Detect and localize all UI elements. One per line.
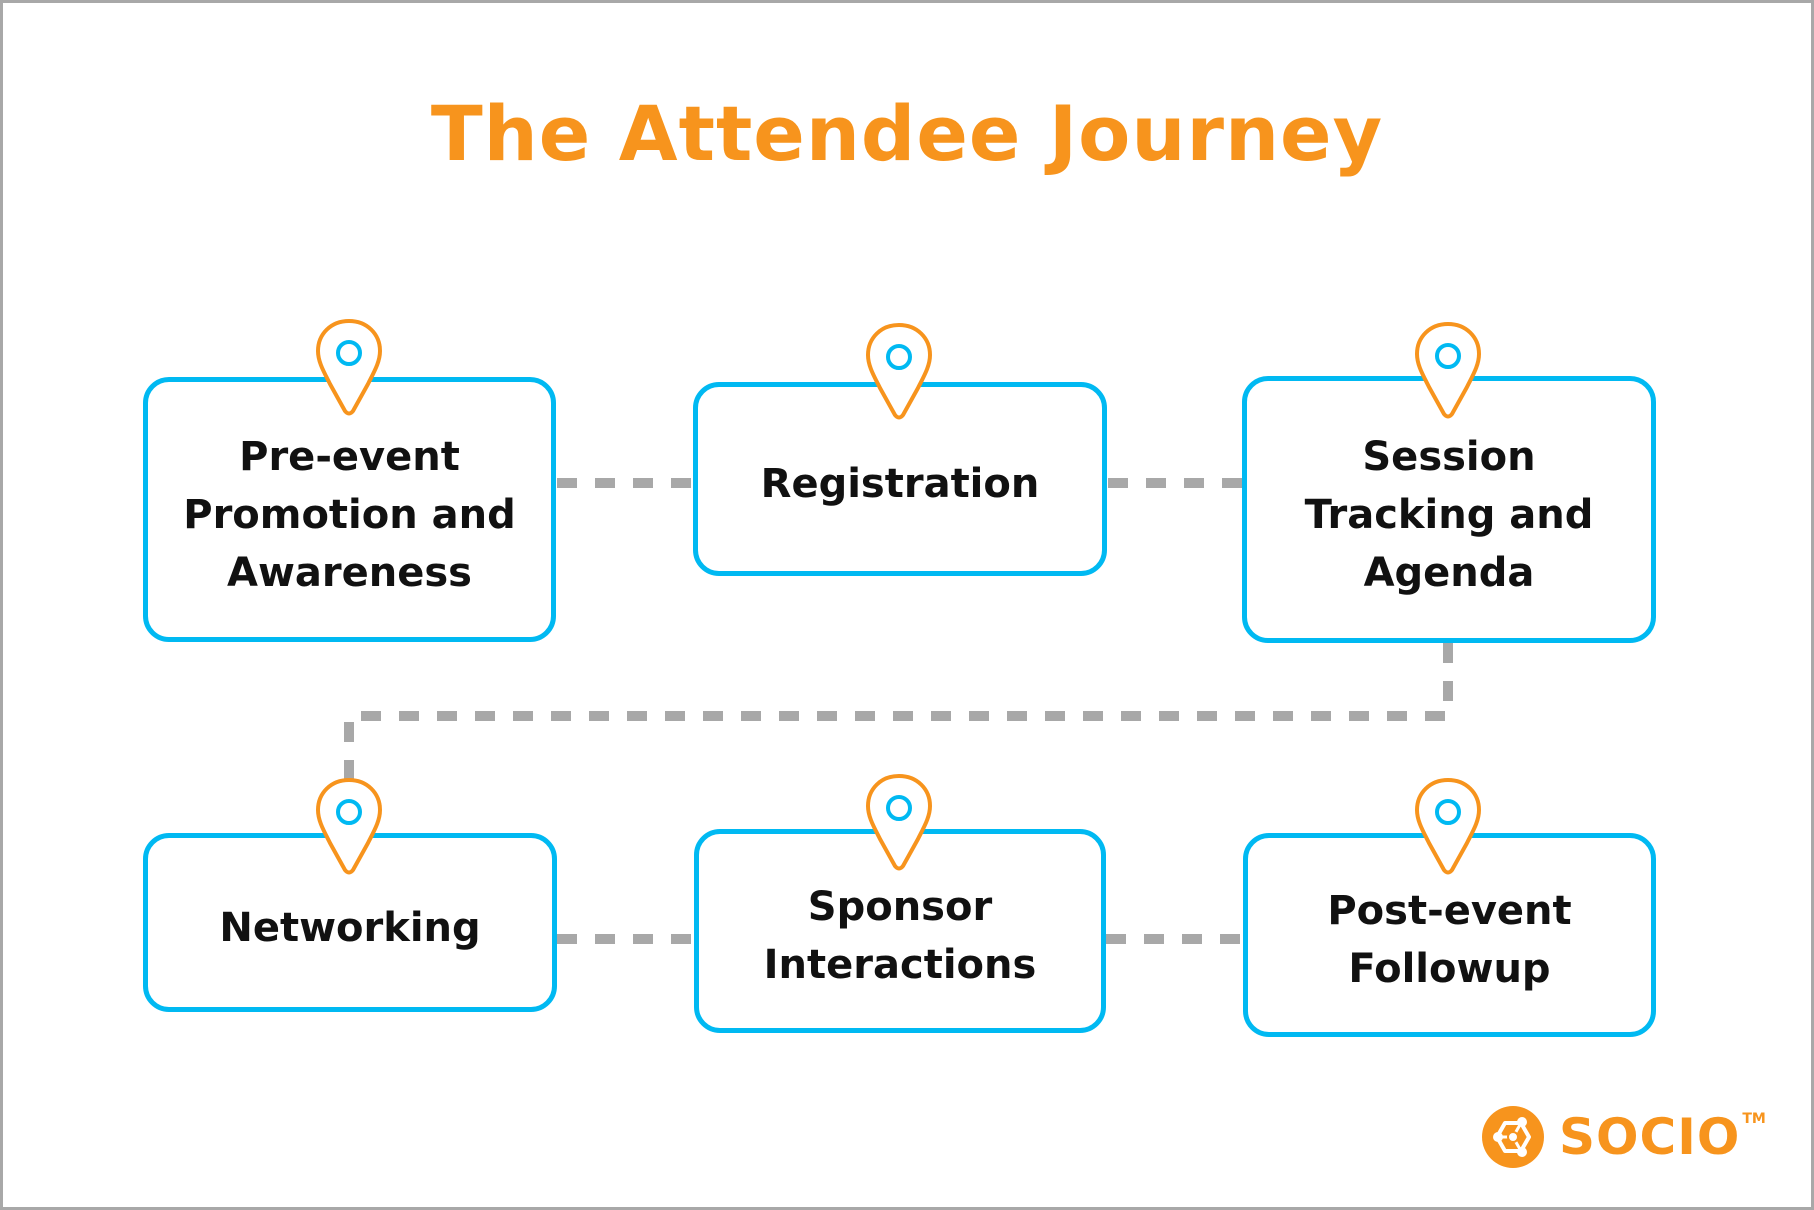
step-box-pre-event-promotion: Pre-event Promotion and Awareness [143,377,556,642]
step-label: Post-event Followup [1327,888,1572,992]
step-label: Sponsor Interactions [763,884,1037,988]
logo-wordmark: SOCIO [1559,1108,1741,1166]
map-pin-icon [316,778,382,875]
socio-hexagon-logo-icon [1482,1106,1544,1168]
socio-logo: SOCIO TM [1481,1105,1766,1169]
map-pin-icon [866,774,932,871]
map-pin-icon [1415,322,1481,419]
step-label: Session Tracking and Agenda [1304,433,1594,596]
map-pin-icon [866,323,932,420]
step-label: Registration [760,461,1040,507]
map-pin-icon [316,319,382,416]
connector-step3-step4 [344,643,1453,780]
step-label: Pre-event Promotion and Awareness [183,433,516,596]
step-label: Networking [219,904,481,951]
logo-trademark: TM [1742,1111,1766,1127]
map-pin-icon [1415,778,1481,875]
